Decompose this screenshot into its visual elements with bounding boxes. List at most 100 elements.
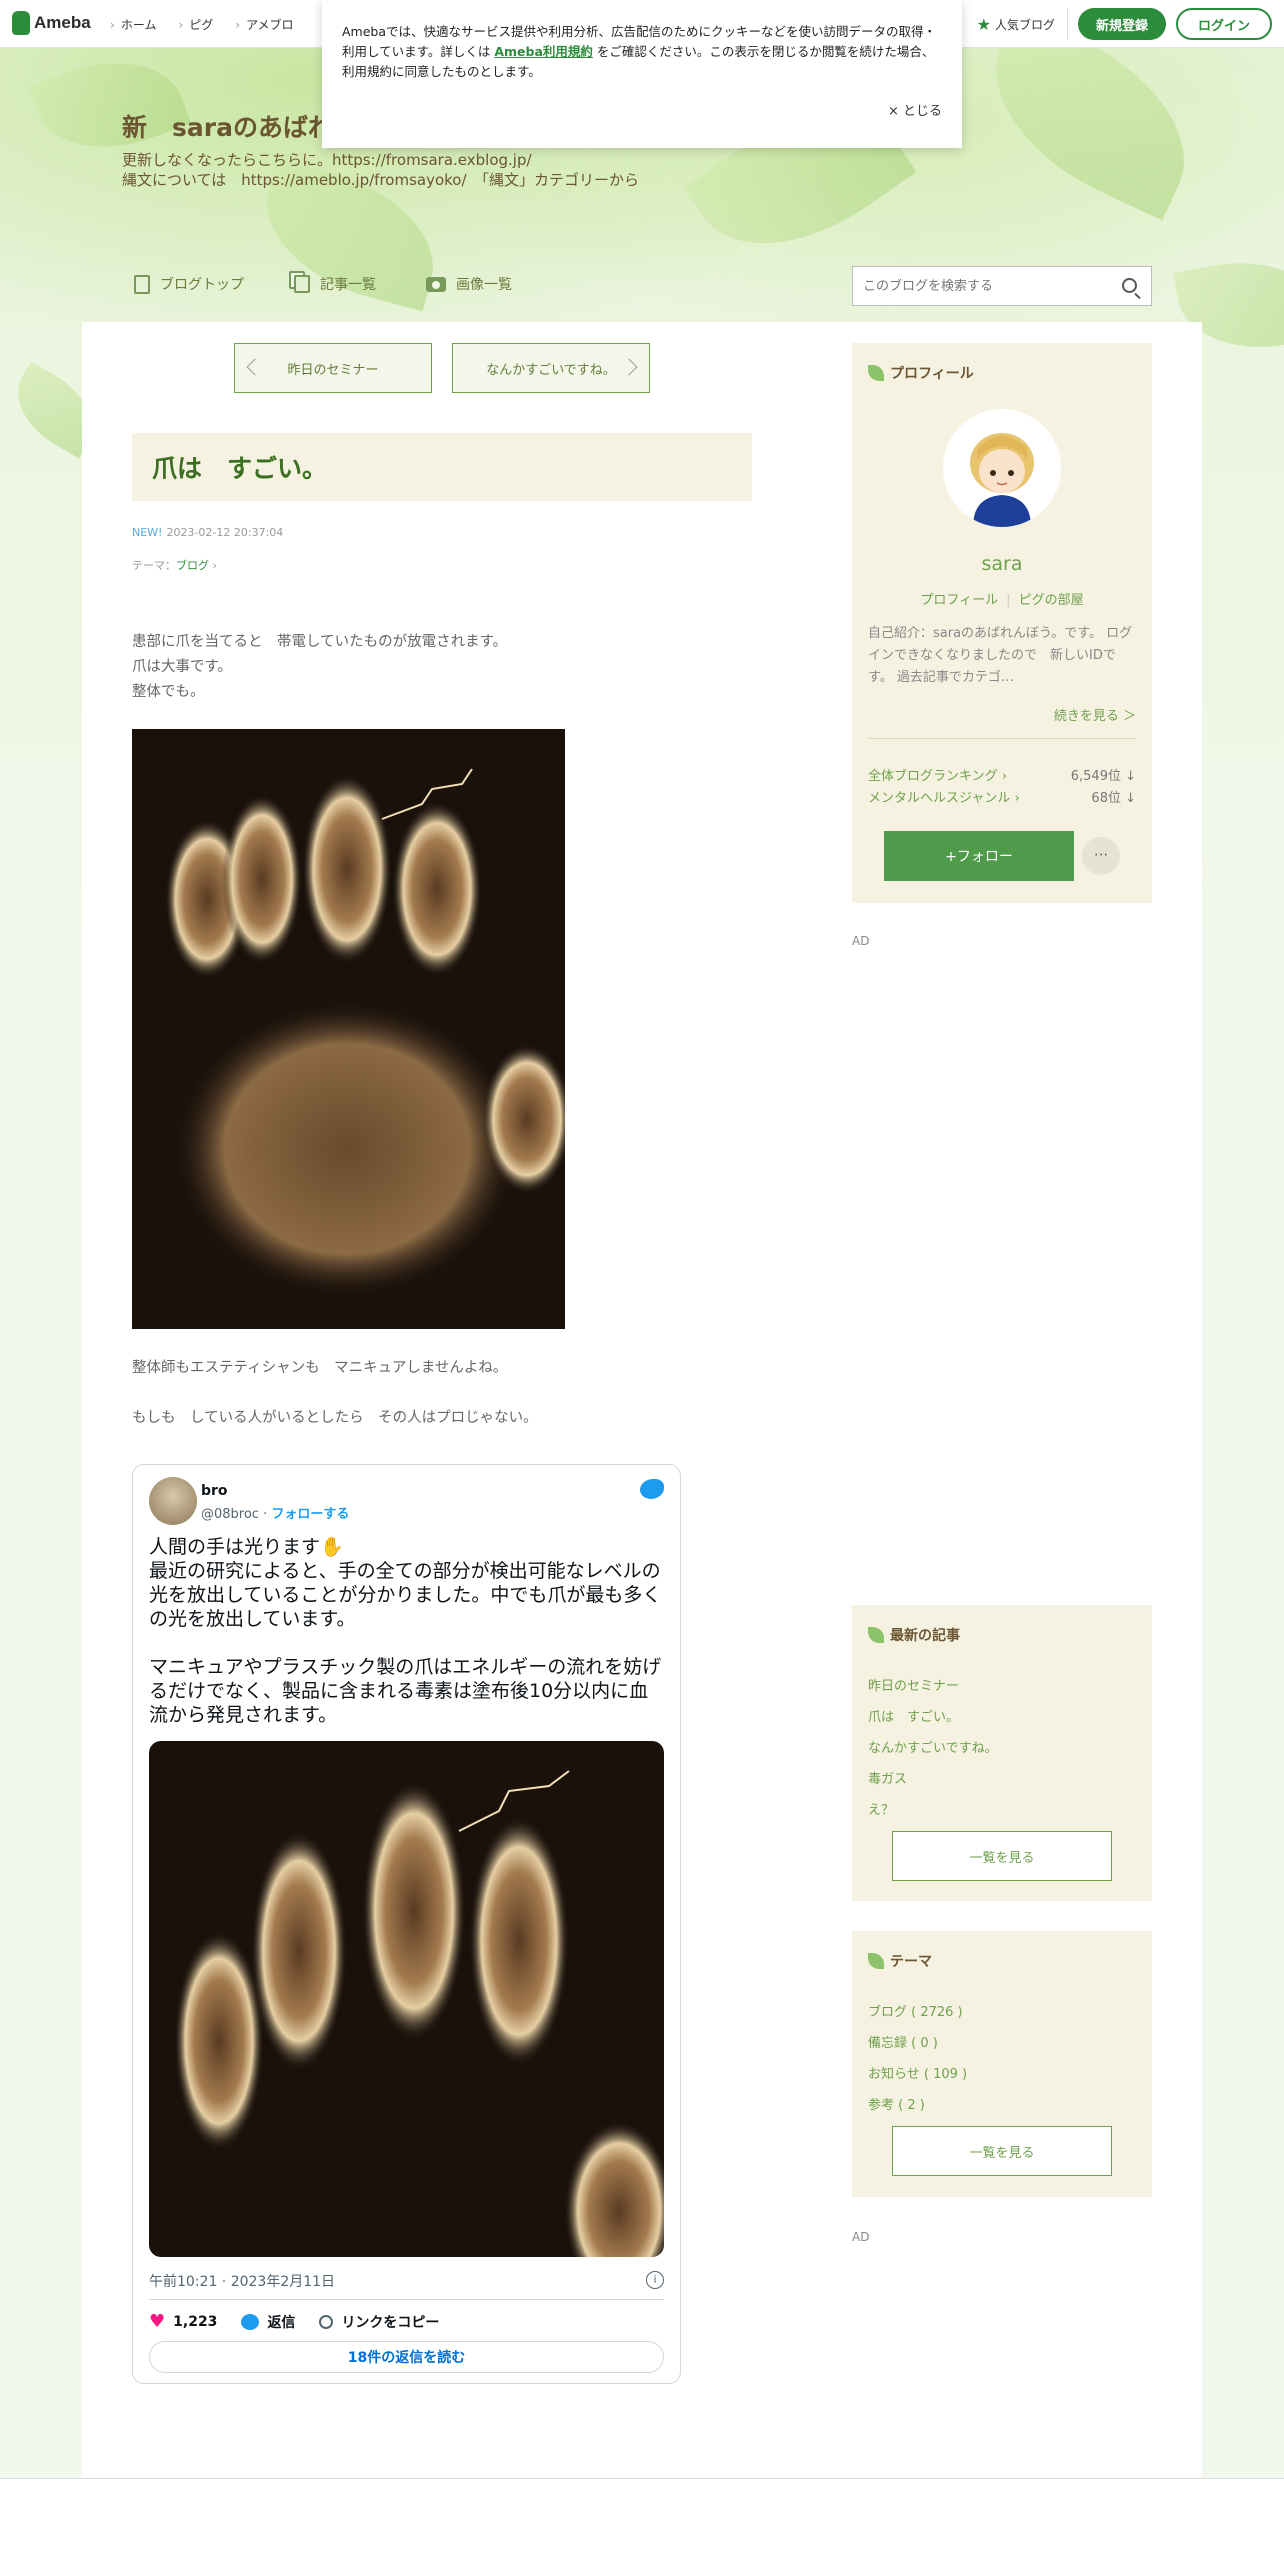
tweet-handle-text: @08broc bbox=[201, 1507, 259, 1522]
cookie-notice: Amebaでは、快適なサービス提供や利用分析、広告配信のためにクッキーなどを使い… bbox=[322, 0, 962, 148]
profile-name[interactable]: sara bbox=[852, 553, 1152, 575]
recent-entry-link[interactable]: 昨日のセミナー bbox=[868, 1671, 998, 1702]
prev-entry-button[interactable]: 昨日のセミナー bbox=[234, 343, 432, 393]
profile-avatar[interactable] bbox=[943, 409, 1061, 527]
ranking-overall: 全体ブログランキング › 6,549位 ↓ bbox=[868, 765, 1136, 784]
new-badge: NEW! bbox=[132, 526, 163, 539]
tweet-timestamp[interactable]: 午前10:21 · 2023年2月11日 bbox=[149, 2271, 335, 2291]
entry-title-text[interactable]: 爪は すごい。 bbox=[152, 449, 327, 485]
recent-entry-link[interactable]: 爪は すごい。 bbox=[868, 1702, 998, 1733]
ranking-label: メンタルヘルスジャンル bbox=[868, 791, 1011, 806]
recent-heading: 最新の記事 bbox=[868, 1625, 960, 1645]
ranking-overall-link[interactable]: 全体ブログランキング › bbox=[868, 765, 1007, 784]
nav-entry-list[interactable]: 記事一覧 bbox=[294, 274, 376, 294]
recent-list-all-button[interactable]: 一覧を見る bbox=[892, 1831, 1112, 1881]
read-more-link[interactable]: 続きを見る ＞ bbox=[1054, 705, 1136, 724]
blog-description-line: 更新しなくなったらこちらに。https://fromsara.exblog.jp… bbox=[122, 151, 532, 169]
twitter-bird-icon[interactable] bbox=[640, 1479, 664, 1499]
theme-link[interactable]: お知らせ ( 109 ) bbox=[868, 2059, 967, 2090]
entry-paragraph: 整体でも。 bbox=[132, 684, 205, 700]
finger-glow bbox=[251, 1831, 347, 2071]
recent-entry-link[interactable]: 毒ガス bbox=[868, 1764, 998, 1795]
ranking-label: 全体ブログランキング bbox=[868, 769, 998, 784]
leaf-icon bbox=[868, 365, 884, 381]
nav-label: ブログトップ bbox=[160, 277, 244, 293]
nav-image-list[interactable]: 画像一覧 bbox=[426, 274, 512, 294]
document-icon bbox=[134, 274, 150, 294]
nav-ameblo[interactable]: アメブロ bbox=[235, 16, 293, 33]
next-entry-button[interactable]: なんかすごいですね。 bbox=[452, 343, 650, 393]
tweet-follow-link[interactable]: フォローする bbox=[271, 1507, 349, 1522]
finger-glow bbox=[302, 774, 392, 964]
heart-icon: ♥ bbox=[149, 2311, 166, 2332]
pigg-room-link[interactable]: ピグの部屋 bbox=[1019, 593, 1084, 608]
logo-text: Ameba bbox=[34, 13, 91, 32]
nav-pigg[interactable]: ピグ bbox=[178, 16, 213, 33]
like-button[interactable]: ♥ 1,223 bbox=[149, 2311, 217, 2332]
copy-link-button[interactable]: リンクをコピー bbox=[319, 2312, 439, 2332]
ranking-genre: メンタルヘルスジャンル › 68位 ↓ bbox=[868, 787, 1136, 806]
entry-image[interactable] bbox=[132, 729, 565, 1329]
cookie-close-button[interactable]: × とじる bbox=[888, 102, 942, 122]
reply-label: 返信 bbox=[267, 2314, 296, 2331]
tweet-avatar[interactable] bbox=[149, 1477, 197, 1525]
themes-heading: テーマ bbox=[868, 1951, 932, 1971]
terms-link[interactable]: Ameba利用規約 bbox=[494, 44, 593, 59]
follow-button[interactable]: +フォロー bbox=[884, 831, 1074, 881]
ameba-logo[interactable]: Ameba bbox=[12, 11, 91, 35]
blog-description: 更新しなくなったらこちらに。https://fromsara.exblog.jp… bbox=[122, 150, 639, 190]
tweet-actions: ♥ 1,223 返信 リンクをコピー bbox=[149, 2311, 439, 2332]
theme-link[interactable]: 参考 ( 2 ) bbox=[868, 2090, 967, 2121]
entry-body: 患部に爪を当てると 帯電していたものが放電されます。 爪は大事です。 整体でも。 bbox=[132, 630, 507, 705]
leaf-icon bbox=[868, 1627, 884, 1643]
register-button[interactable]: 新規登録 bbox=[1077, 8, 1166, 40]
info-icon[interactable]: i bbox=[646, 2271, 664, 2289]
finger-glow bbox=[564, 2121, 664, 2257]
ad-label: AD bbox=[852, 2230, 870, 2244]
login-button[interactable]: ログイン bbox=[1175, 8, 1272, 40]
search-input[interactable] bbox=[853, 267, 1093, 305]
blog-search bbox=[852, 266, 1152, 306]
entry-paragraph: 爪は大事です。 bbox=[132, 659, 233, 675]
more-menu-button[interactable]: ··· bbox=[1082, 837, 1120, 875]
camera-icon bbox=[426, 276, 446, 292]
entry-paragraph bbox=[132, 1381, 538, 1406]
blog-title[interactable]: 新 saraのあばれ bbox=[122, 108, 333, 144]
profile-link[interactable]: プロフィール bbox=[920, 593, 998, 608]
kirlian-hand-photo bbox=[165, 768, 565, 1299]
recent-entry-link[interactable]: え？ bbox=[868, 1795, 998, 1826]
recent-entry-link[interactable]: なんかすごいですね。 bbox=[868, 1733, 998, 1764]
blog-description-line: 縄文については https://ameblo.jp/fromsayoko/ 「縄… bbox=[122, 171, 640, 189]
themes-list-all-button[interactable]: 一覧を見る bbox=[892, 2126, 1112, 2176]
theme-label: テーマ： bbox=[132, 559, 176, 572]
popular-blog-link[interactable]: ★ 人気ブログ bbox=[977, 8, 1068, 40]
tweet-handle: @08broc · フォローする bbox=[201, 1507, 350, 1522]
nav-blog-top[interactable]: ブログトップ bbox=[134, 274, 244, 294]
entry-body-2: 整体師もエステティシャンも マニキュアしませんよね。 もしも している人がいると… bbox=[132, 1356, 538, 1431]
finger-glow bbox=[469, 1816, 569, 2066]
ranking-value: 68位 ↓ bbox=[1091, 791, 1136, 806]
tweet-author-name[interactable]: bro bbox=[201, 1483, 228, 1499]
ad-label: AD bbox=[852, 934, 870, 948]
reply-button[interactable]: 返信 bbox=[241, 2312, 295, 2332]
theme-link[interactable]: ブログ bbox=[176, 559, 209, 572]
theme-link[interactable]: ブログ ( 2726 ) bbox=[868, 1997, 967, 2028]
chevron-right-icon bbox=[620, 358, 638, 376]
kirlian-fingers-photo bbox=[174, 1770, 664, 2257]
tweet-image[interactable] bbox=[149, 1741, 664, 2257]
nav-home[interactable]: ホーム bbox=[110, 16, 157, 33]
read-replies-button[interactable]: 18件の返信を読む bbox=[149, 2341, 664, 2373]
finger-glow bbox=[392, 801, 482, 977]
embedded-tweet: bro @08broc · フォローする 人間の手は光ります✋ 最近の研究による… bbox=[132, 1464, 681, 2384]
palm-shape bbox=[172, 999, 522, 1299]
copy-link-label: リンクをコピー bbox=[341, 2314, 440, 2331]
leaf-icon bbox=[868, 1953, 884, 1969]
nav-label: 記事一覧 bbox=[320, 277, 376, 293]
ranking-genre-link[interactable]: メンタルヘルスジャンル › bbox=[868, 787, 1020, 806]
search-icon[interactable] bbox=[1122, 278, 1137, 293]
theme-link[interactable]: 備忘録 ( 0 ) bbox=[868, 2028, 967, 2059]
entry-title: 爪は すごい。 bbox=[132, 433, 752, 501]
entry-meta: NEW! 2023-02-12 20:37:04 bbox=[132, 526, 283, 539]
ameba-logo-icon bbox=[12, 11, 30, 35]
chevron-left-icon bbox=[246, 358, 264, 376]
